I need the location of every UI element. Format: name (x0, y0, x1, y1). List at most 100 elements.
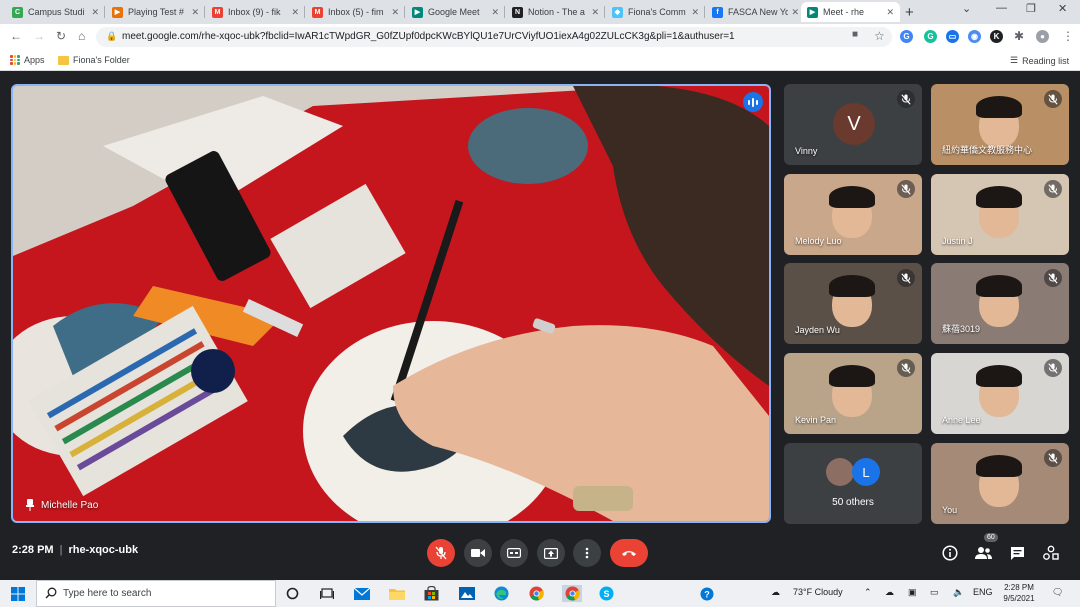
language-indicator[interactable]: ENG (973, 587, 993, 597)
participant-video-hair (976, 365, 1022, 387)
tab-title: FASCA New Yo (728, 7, 789, 17)
close-window-button[interactable]: ✕ (1058, 2, 1067, 15)
participant-tile[interactable]: Jayden Wu (784, 263, 922, 344)
notifications-icon[interactable]: 🗨 (1052, 587, 1063, 598)
profile-avatar[interactable]: ● (1036, 30, 1049, 43)
participant-tile[interactable]: Melody Luo (784, 174, 922, 255)
browser-tab[interactable]: ▶ Meet - rhe ✕ (801, 2, 900, 22)
meeting-info-button[interactable] (940, 543, 960, 563)
tab-search-icon[interactable]: ⌄ (962, 2, 971, 15)
browser-tab[interactable]: C Campus Studi ✕ (6, 2, 105, 22)
browser-tab[interactable]: N Notion - The a ✕ (506, 2, 605, 22)
tab-separator (204, 6, 205, 18)
tab-close-icon[interactable]: ✕ (91, 7, 99, 18)
tab-close-icon[interactable]: ✕ (391, 7, 399, 18)
taskbar-clock[interactable]: 2:28 PM 9/5/2021 (1000, 582, 1038, 604)
weather-cloud-icon[interactable]: ☁ (771, 587, 780, 598)
show-hidden-icons-button[interactable]: ⌃ (864, 587, 872, 598)
file-explorer-icon[interactable] (388, 585, 405, 602)
translate-extension-icon[interactable]: G (900, 30, 913, 43)
participant-tile[interactable]: L 50 others (784, 443, 922, 524)
microsoft-store-icon[interactable] (423, 585, 440, 602)
leave-call-button[interactable] (610, 539, 648, 567)
help-app-icon[interactable]: ? (698, 585, 715, 602)
people-button[interactable] (973, 543, 993, 563)
cortana-button[interactable] (284, 585, 301, 602)
browser-tab[interactable]: ◆ Fiona's Comm ✕ (606, 2, 705, 22)
mail-app-icon[interactable] (353, 585, 370, 602)
camera-in-use-icon[interactable]: ■ (852, 29, 858, 40)
bookmark-star-icon[interactable]: ☆ (874, 29, 885, 43)
present-screen-button[interactable] (537, 539, 565, 567)
tab-close-icon[interactable]: ✕ (591, 7, 599, 18)
reload-button[interactable]: ↻ (56, 29, 66, 43)
tab-close-icon[interactable]: ✕ (691, 7, 699, 18)
task-view-button[interactable] (318, 585, 335, 602)
tab-close-icon[interactable]: ✕ (491, 7, 499, 18)
participant-name: 蘇蓓3019 (942, 324, 981, 334)
participant-tile[interactable]: You (931, 443, 1069, 524)
tab-close-icon[interactable]: ✕ (191, 7, 199, 18)
new-tab-button[interactable]: + (905, 4, 914, 21)
home-button[interactable]: ⌂ (78, 29, 85, 43)
weather-text[interactable]: 73°F Cloudy (793, 587, 843, 597)
browser-tab[interactable]: ▶ Playing Test # ✕ (106, 2, 205, 22)
apps-bookmark[interactable]: Apps (10, 55, 45, 65)
extensions-puzzle-icon[interactable]: ✱ (1014, 29, 1024, 43)
participant-tile[interactable]: V Vinny (784, 84, 922, 165)
chrome-active-window-icon[interactable] (562, 585, 582, 602)
browser-tab[interactable]: ▶ Google Meet ✕ (406, 2, 505, 22)
camera-toggle-button[interactable] (464, 539, 492, 567)
present-icon (544, 547, 558, 559)
participant-name: Kevin Pan (795, 415, 837, 425)
activities-button[interactable] (1041, 543, 1061, 563)
meet-control-bar: 2:28 PM | rhe-xqoc-ubk 60 (0, 531, 1080, 575)
battery-icon[interactable]: ▭ (930, 587, 939, 598)
microphone-toggle-button[interactable] (427, 539, 455, 567)
tab-title: Fiona's Comm (628, 7, 686, 17)
participant-video-hair (976, 186, 1022, 208)
participant-name: 紐約華僑文教服務中心 (942, 145, 1033, 155)
address-bar[interactable]: 🔒 meet.google.com/rhe-xqoc-ubk?fbclid=Iw… (96, 27, 892, 47)
tab-favicon-icon: C (12, 6, 23, 18)
participant-tile[interactable]: Kevin Pan (784, 353, 922, 434)
volume-icon[interactable]: 🔈 (953, 587, 964, 598)
photos-app-icon[interactable] (458, 585, 475, 602)
participant-video-hair (829, 275, 875, 297)
browser-tab[interactable]: M Inbox (9) - fik ✕ (206, 2, 305, 22)
grammarly-extension-icon[interactable]: G (924, 30, 937, 43)
participant-tile[interactable]: Anne Lee (931, 353, 1069, 434)
skype-icon[interactable]: S (598, 585, 615, 602)
reading-list-button[interactable]: ☰ Reading list (1010, 55, 1069, 66)
browser-tab-strip: C Campus Studi ✕ ▶ Playing Test # ✕ M Inbox (9)… (0, 0, 1080, 24)
browser-menu-icon[interactable]: ⋮ (1062, 29, 1074, 43)
tab-close-icon[interactable]: ✕ (791, 7, 799, 18)
cast-extension-icon[interactable]: ◉ (968, 30, 981, 43)
participant-tile[interactable]: 紐約華僑文教服務中心 (931, 84, 1069, 165)
captions-button[interactable] (500, 539, 528, 567)
minimize-button[interactable]: — (996, 2, 1007, 14)
maximize-button[interactable]: ❐ (1026, 2, 1036, 15)
k-extension-icon[interactable]: K (990, 30, 1003, 43)
fionas-folder-bookmark[interactable]: Fiona's Folder (58, 55, 130, 65)
browser-tab[interactable]: f FASCA New Yo ✕ (706, 2, 805, 22)
meet-tray-icon[interactable]: ▣ (908, 587, 917, 598)
participant-tile[interactable]: 蘇蓓3019 (931, 263, 1069, 344)
tab-close-icon[interactable]: ✕ (886, 7, 894, 18)
participant-tile[interactable]: Justin J (931, 174, 1069, 255)
presenter-video-tile[interactable]: Michelle Pao (11, 84, 771, 523)
chat-button[interactable] (1007, 543, 1027, 563)
tab-close-icon[interactable]: ✕ (291, 7, 299, 18)
chrome-taskbar-icon[interactable] (528, 585, 545, 602)
forward-button[interactable]: → (33, 29, 45, 43)
back-button[interactable]: ← (10, 29, 22, 43)
edge-browser-icon[interactable] (493, 585, 510, 602)
taskbar-search-box[interactable]: Type here to search (36, 580, 276, 607)
svg-text:?: ? (704, 589, 710, 599)
windows-start-button[interactable] (9, 585, 26, 602)
tab-favicon-icon: ◆ (612, 6, 623, 18)
onedrive-icon[interactable]: ☁ (885, 587, 894, 598)
browser-tab[interactable]: M Inbox (5) - fim ✕ (306, 2, 405, 22)
more-options-button[interactable] (573, 539, 601, 567)
screen-extension-icon[interactable]: ▭ (946, 30, 959, 43)
